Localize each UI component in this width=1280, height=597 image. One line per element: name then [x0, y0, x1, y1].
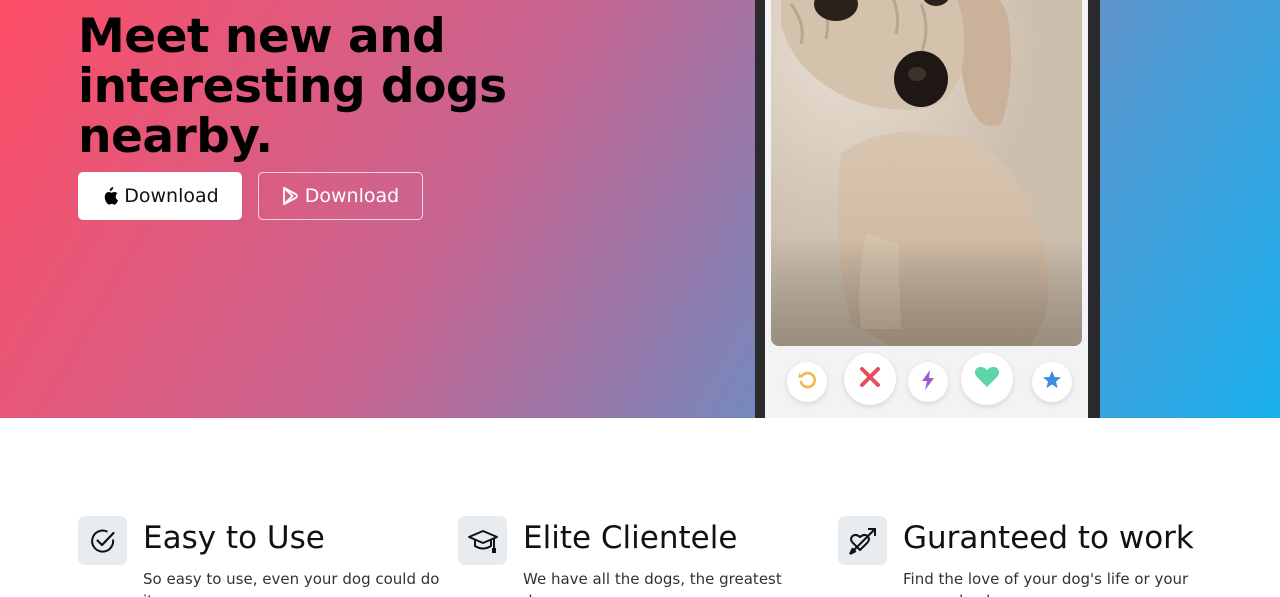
super-like-icon [1042, 370, 1062, 394]
rewind-button[interactable] [787, 362, 827, 402]
feature-elite-clientele: Elite Clientele We have all the dogs, th… [458, 516, 818, 597]
super-like-button[interactable] [1032, 362, 1072, 402]
feature-text: Find the love of your dog's life or your… [903, 570, 1189, 597]
phone-screen [765, 0, 1088, 418]
google-play-download-button[interactable]: Download [258, 172, 423, 220]
like-button[interactable] [961, 353, 1013, 405]
apple-download-label: Download [124, 185, 219, 207]
check-circle-icon [78, 516, 127, 565]
dog-photo [771, 0, 1082, 346]
feature-easy-to-use: Easy to Use So easy to use, even your do… [78, 516, 439, 597]
graduation-cap-icon [458, 516, 507, 565]
feature-title: Guranteed to work [903, 520, 1194, 556]
feature-title: Easy to Use [143, 520, 325, 556]
boost-icon [921, 370, 935, 394]
apple-icon [101, 187, 119, 205]
heart-arrow-icon [838, 516, 887, 565]
hero-title: Meet new and interesting dogs nearby. [78, 9, 507, 164]
feature-title: Elite Clientele [523, 520, 738, 556]
feature-guaranteed-to-work: Guranteed to work Find the love of your … [838, 516, 1198, 597]
swipe-action-bar [765, 353, 1088, 415]
google-play-icon [282, 187, 300, 205]
phone-mockup [755, 0, 1100, 418]
google-play-download-label: Download [304, 185, 400, 207]
hero-section: Meet new and interesting dogs nearby. Do… [0, 0, 1280, 418]
feature-text: We have all the dogs, the greatest dogs. [523, 570, 782, 597]
nope-button[interactable] [844, 353, 896, 405]
apple-download-button[interactable]: Download [78, 172, 242, 220]
nope-icon [859, 366, 881, 392]
like-icon [974, 366, 1000, 392]
rewind-icon [797, 370, 817, 394]
feature-text: So easy to use, even your dog could do i… [143, 570, 440, 597]
boost-button[interactable] [908, 362, 948, 402]
